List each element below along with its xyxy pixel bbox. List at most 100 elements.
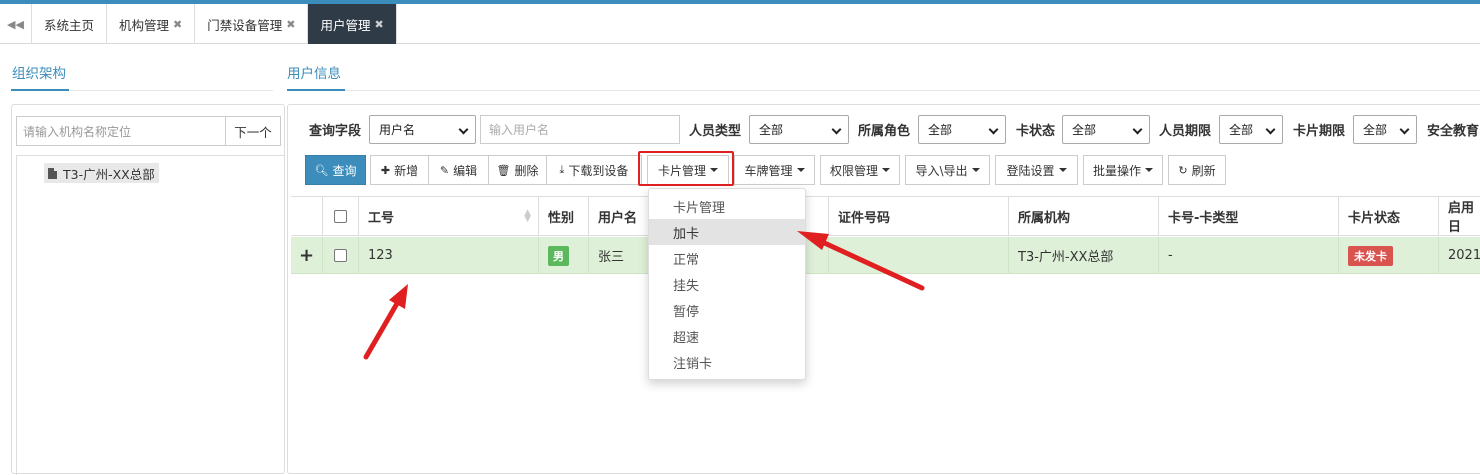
column-header-gender[interactable]: 性别 — [538, 196, 588, 236]
tab-bar: ◀◀ 系统主页 机构管理 ✖ 门禁设备管理 ✖ 用户管理 ✖ — [0, 4, 1480, 44]
chevron-down-icon — [988, 124, 999, 135]
org-search-placeholder: 请输入机构名称定位 — [23, 124, 132, 139]
menu-item-cancel-card[interactable]: 注销卡 — [649, 349, 805, 375]
username-input[interactable]: 输入用户名 — [480, 115, 680, 144]
chevron-down-icon — [831, 124, 842, 135]
column-header-id[interactable]: 工号 ▲ ▼ — [358, 196, 538, 236]
column-header-label: 工号 — [368, 210, 395, 226]
column-header-start-date[interactable]: 启用日 — [1438, 196, 1480, 236]
tab-label: 机构管理 — [119, 17, 170, 33]
card-status-label: 卡状态 — [1016, 124, 1056, 139]
menu-item-add-card[interactable]: 加卡 — [649, 219, 805, 245]
close-icon[interactable]: ✖ — [375, 18, 384, 31]
plate-management-button[interactable]: 车牌管理 — [734, 155, 815, 185]
chevron-down-icon — [1132, 124, 1143, 135]
column-header-label: 卡片状态 — [1348, 210, 1401, 226]
tree-node[interactable]: T3-广州-XX总部 — [44, 163, 159, 183]
cell-start-date: 2021 — [1438, 237, 1480, 274]
card-term-select[interactable]: 全部 — [1353, 115, 1417, 144]
person-type-select[interactable]: 全部 — [749, 115, 849, 144]
tab-scroll-left-icon[interactable]: ◀◀ — [0, 4, 32, 44]
safety-education-label: 安全教育 — [1427, 124, 1480, 139]
column-header-label: 启用日 — [1448, 201, 1475, 235]
caret-down-icon — [796, 168, 805, 172]
add-button[interactable]: ✚ 新增 — [370, 155, 429, 185]
caret-down-icon — [1145, 168, 1153, 172]
delete-button[interactable]: 🗑︎ 删除 — [488, 155, 547, 185]
tab-org-management[interactable]: 机构管理 ✖ — [107, 4, 196, 44]
menu-item-report-loss[interactable]: 挂失 — [649, 271, 805, 297]
file-icon — [48, 167, 57, 179]
card-status-badge: 未发卡 — [1348, 245, 1393, 266]
section-tab-user-info[interactable]: 用户信息 — [287, 62, 341, 82]
column-header-label: 用户名 — [598, 210, 638, 226]
edit-button[interactable]: ✎ 编辑 — [428, 155, 489, 185]
download-icon: ⤓ — [559, 163, 565, 176]
button-label: 登陆设置 — [1006, 163, 1055, 178]
role-select[interactable]: 全部 — [918, 115, 1006, 144]
select-value: 全部 — [1229, 123, 1254, 137]
download-to-device-button[interactable]: ⤓ 下载到设备 — [546, 155, 642, 185]
caret-down-icon — [971, 168, 980, 172]
menu-item-suspend[interactable]: 暂停 — [649, 297, 805, 323]
menu-item-overspeed[interactable]: 超速 — [649, 323, 805, 349]
cell-id: 123 — [358, 237, 538, 274]
select-all-checkbox[interactable] — [334, 209, 347, 223]
select-value: 用户名 — [379, 123, 416, 137]
close-icon[interactable]: ✖ — [173, 18, 182, 31]
search-icon: 🔍︎ — [314, 163, 329, 177]
button-label: 查询 — [332, 163, 357, 178]
button-label: 下载到设备 — [568, 163, 629, 178]
column-header-card[interactable]: 卡号-卡类型 — [1158, 196, 1338, 236]
tab-user-management[interactable]: 用户管理 ✖ — [308, 4, 397, 44]
section-tab-org[interactable]: 组织架构 — [12, 62, 66, 82]
tab-home[interactable]: 系统主页 — [32, 4, 108, 44]
menu-item-normal[interactable]: 正常 — [649, 245, 805, 271]
select-value: 全部 — [1363, 123, 1388, 137]
query-button[interactable]: 🔍︎ 查询 — [305, 155, 366, 185]
refresh-icon: ↻ — [1178, 163, 1188, 177]
chevron-down-icon — [458, 124, 469, 135]
close-icon[interactable]: ✖ — [286, 18, 295, 31]
person-term-select[interactable]: 全部 — [1219, 115, 1283, 144]
menu-header: 卡片管理 — [673, 200, 726, 216]
org-search-input[interactable]: 请输入机构名称定位 — [16, 116, 226, 146]
caret-down-icon — [882, 168, 890, 172]
edit-icon: ✎ — [439, 163, 450, 177]
chevron-down-icon — [1399, 124, 1410, 135]
section-tab-org-underline — [11, 89, 69, 91]
column-header-org[interactable]: 所属机构 — [1008, 196, 1158, 236]
cell-card: - — [1158, 237, 1338, 274]
expand-row-icon[interactable]: + — [291, 237, 322, 274]
button-label: 新增 — [394, 163, 419, 178]
refresh-button[interactable]: ↻ 刷新 — [1168, 155, 1226, 185]
cell-org: T3-广州-XX总部 — [1008, 237, 1158, 274]
column-header-label: 卡号-卡类型 — [1168, 210, 1239, 226]
column-header-card-status[interactable]: 卡片状态 — [1338, 196, 1438, 236]
permission-management-button[interactable]: 权限管理 — [820, 155, 900, 185]
person-term-label: 人员期限 — [1159, 124, 1212, 139]
button-label: 批量操作 — [1092, 163, 1141, 178]
tab-door-device-management[interactable]: 门禁设备管理 ✖ — [195, 4, 309, 44]
select-value: 全部 — [928, 123, 953, 137]
person-type-label: 人员类型 — [689, 124, 742, 139]
import-export-button[interactable]: 导入\导出 — [905, 155, 990, 185]
button-label: 刷新 — [1191, 163, 1216, 178]
username-placeholder: 输入用户名 — [489, 123, 550, 137]
row-checkbox[interactable] — [334, 249, 347, 262]
button-label: 删除 — [514, 163, 539, 178]
cell-card-status: 未发卡 — [1338, 237, 1438, 274]
org-tree: T3-广州-XX总部 — [16, 155, 284, 475]
cell-gender: 男 — [538, 237, 588, 274]
query-field-label: 查询字段 — [309, 124, 362, 139]
next-button[interactable]: 下一个 — [225, 116, 281, 146]
query-field-select[interactable]: 用户名 — [369, 115, 476, 144]
tab-label: 用户管理 — [320, 17, 371, 33]
sort-icon[interactable]: ▲ ▼ — [524, 209, 531, 224]
role-label: 所属角色 — [858, 124, 911, 139]
login-settings-button[interactable]: 登陆设置 — [995, 155, 1078, 185]
column-header-id-number[interactable]: 证件号码 — [828, 196, 1008, 236]
card-status-select[interactable]: 全部 — [1062, 115, 1150, 144]
plus-icon: ✚ — [380, 163, 391, 177]
batch-operations-button[interactable]: 批量操作 — [1083, 155, 1163, 185]
